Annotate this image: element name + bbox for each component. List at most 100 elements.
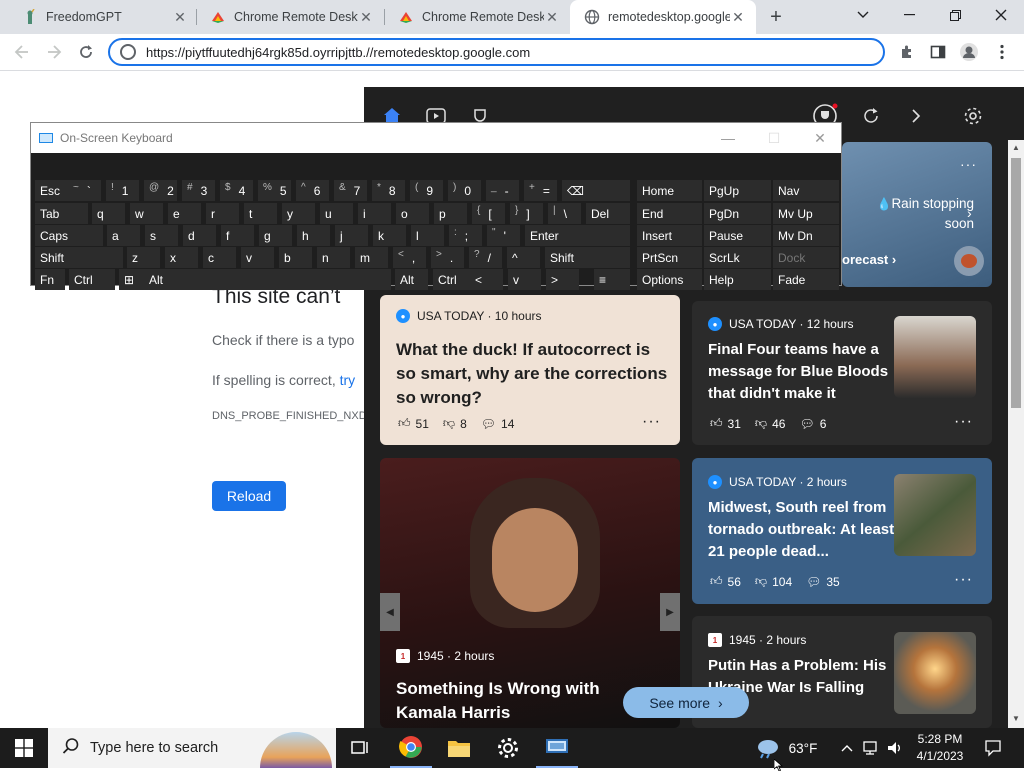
new-tab-button[interactable]: + [764,6,788,28]
taskbar-search-box[interactable]: Type here to search [48,728,336,768]
close-icon[interactable]: ✕ [358,9,374,25]
key-1-5[interactable]: t [244,203,277,224]
key-4-5[interactable]: Alt [395,269,428,290]
close-icon[interactable]: ✕ [544,9,560,25]
on-screen-keyboard-taskbar-icon[interactable] [536,728,578,768]
osk-minimize-button[interactable]: — [705,123,751,153]
chrome-taskbar-icon[interactable] [390,728,432,768]
comments-button[interactable]: 💬︎ 6 [799,417,826,431]
key-0-0[interactable]: Esc [35,180,68,201]
refresh-icon[interactable] [862,107,880,130]
key-4-10[interactable]: ≡ [594,269,630,290]
nav-key-3-2[interactable]: Dock [773,247,839,268]
tab-remotedesktop-active[interactable]: remotedesktop.google. ✕ [570,0,756,34]
notifications-icon[interactable] [978,728,1008,768]
profile-avatar-icon[interactable] [957,40,981,64]
side-panel-icon[interactable] [926,40,950,64]
osk-maximize-button[interactable]: ☐ [751,123,797,153]
more-options-icon[interactable]: ··· [954,413,973,431]
nav-key-4-2[interactable]: Fade [773,269,839,290]
key-1-9[interactable]: o [396,203,429,224]
key-1-11[interactable]: {[ [472,203,505,224]
more-options-icon[interactable]: ··· [960,156,977,172]
forward-button[interactable] [42,40,66,64]
scroll-down-arrow-icon[interactable]: ▼ [1012,714,1020,723]
key-4-7[interactable]: < [470,269,503,290]
key-3-3[interactable]: c [203,247,236,268]
key-3-8[interactable]: <, [393,247,426,268]
scroll-up-arrow-icon[interactable]: ▲ [1012,143,1020,152]
nav-key-3-0[interactable]: PrtScn [637,247,702,268]
key-0-3[interactable]: @2 [144,180,177,201]
clock[interactable]: 5:28 PM 4/1/2023 [908,728,972,768]
menu-kebab-icon[interactable] [990,40,1014,64]
key-3-4[interactable]: v [241,247,274,268]
tab-freedomgpt[interactable]: FreedomGPT ✕ [8,0,198,34]
close-window-button[interactable] [978,0,1024,30]
key-2-4[interactable]: f [221,225,254,246]
key-1-8[interactable]: i [358,203,391,224]
restore-button[interactable] [932,0,978,30]
key-3-6[interactable]: n [317,247,350,268]
key-1-2[interactable]: w [130,203,163,224]
key-0-2[interactable]: ! 1 [106,180,139,201]
key-2-9[interactable]: l [411,225,444,246]
like-button[interactable]: 👍︎ 31 [710,416,741,431]
weather-card[interactable]: ··· 💧Rain stopping soon › orecast › [842,142,992,287]
settings-gear-icon[interactable] [963,106,983,131]
nav-key-0-1[interactable]: PgUp [704,180,771,201]
reload-button[interactable]: Reload [212,481,286,511]
key-3-10[interactable]: ? / [469,247,502,268]
nav-key-0-2[interactable]: Nav [773,180,839,201]
tab-search-icon[interactable] [840,0,886,30]
nav-key-2-1[interactable]: Pause [704,225,771,246]
dislike-button[interactable]: 👎︎ 8 [443,416,467,431]
key-0-6[interactable]: % 5 [258,180,291,201]
dislike-button[interactable]: 👎︎ 46 [755,416,786,431]
close-icon[interactable]: ✕ [730,9,746,25]
back-button[interactable] [10,40,34,64]
key-0-12[interactable]: _ - [486,180,519,201]
key-3-11[interactable]: ^ [507,247,540,268]
more-options-icon[interactable]: ··· [954,571,973,589]
nav-key-2-2[interactable]: Mv Dn [773,225,839,246]
key-0-13[interactable]: + = [524,180,557,201]
key-0-11[interactable]: ) 0 [448,180,481,201]
key-4-8[interactable]: v [508,269,541,290]
network-icon[interactable] [860,728,882,768]
chevron-up-icon[interactable] [838,728,856,768]
try-link[interactable]: try [340,372,356,388]
nav-key-1-1[interactable]: PgDn [704,203,771,224]
scrollbar-thumb[interactable] [1011,158,1021,408]
key-2-0[interactable]: Caps [35,225,103,246]
key-1-13[interactable]: | \ [548,203,581,224]
key-4-4[interactable] [183,269,391,290]
volume-icon[interactable] [884,728,906,768]
key-1-1[interactable]: q [92,203,125,224]
news-card-final-four[interactable]: ● USA TODAY · 12 hours Final Four teams … [692,301,992,445]
address-bar[interactable]: https://piytffuutedhj64rgk85d.oyrripjttb… [108,38,885,66]
key-3-9[interactable]: >. [431,247,464,268]
key-1-7[interactable]: u [320,203,353,224]
key-1-0[interactable]: Tab [35,203,88,224]
task-view-icon[interactable] [340,728,380,768]
key-1-14[interactable]: Del [586,203,630,224]
file-explorer-icon[interactable] [438,728,480,768]
key-2-5[interactable]: g [259,225,292,246]
tab-chrome-remote-desktop-1[interactable]: Chrome Remote Deskt ✕ [196,0,384,34]
key-3-1[interactable]: z [127,247,160,268]
news-card-tornado[interactable]: ● USA TODAY · 2 hours Midwest, South ree… [692,458,992,604]
key-2-7[interactable]: j [335,225,368,246]
forecast-link[interactable]: orecast › [842,252,896,267]
key-3-12[interactable]: Shift [545,247,630,268]
key-1-4[interactable]: r [206,203,239,224]
key-1-6[interactable]: y [282,203,315,224]
key-4-1[interactable]: Ctrl [69,269,115,290]
tab-chrome-remote-desktop-2[interactable]: Chrome Remote Deskt ✕ [384,0,570,34]
more-options-icon[interactable]: ··· [642,413,661,431]
key-0-9[interactable]: * 8 [372,180,405,201]
carousel-next-button[interactable]: ▶ [660,593,680,631]
comments-button[interactable]: 💬︎ 14 [481,417,515,431]
start-button[interactable] [0,728,48,768]
chevron-right-icon[interactable]: › [967,205,972,221]
